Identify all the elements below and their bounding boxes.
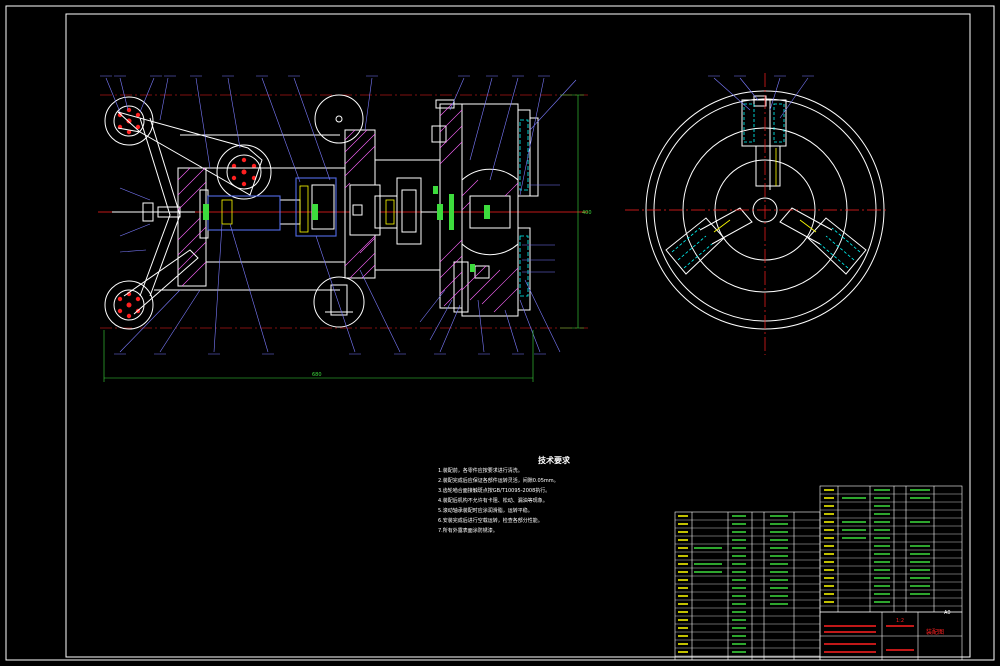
parts-list-rows xyxy=(675,493,962,657)
dimension-height-label: 400 xyxy=(582,210,592,216)
leader-lines xyxy=(105,77,577,353)
parts-list-table xyxy=(674,485,963,661)
front-view xyxy=(98,94,588,330)
chuck-center-lines xyxy=(625,73,888,355)
chuck-leaders xyxy=(708,75,814,119)
tech-note-item: 7.所有外露表面涂防锈漆。 xyxy=(438,528,498,534)
tech-note-item: 5.滚动轴承装配时应涂润滑脂，运转平稳。 xyxy=(438,508,533,514)
dimension-lines xyxy=(103,94,584,382)
tech-note-item: 3.齿轮啮合面接触斑点按GB/T10095-2008执行。 xyxy=(438,488,551,494)
title-block-sheet: A0 xyxy=(944,610,951,616)
tech-note-item: 6.安装完成后进行空载运转，检查各部分性能。 xyxy=(438,518,543,524)
title-block-ratio: 1:2 xyxy=(896,618,904,624)
tech-note-item: 1.装配前，各零件应按要求进行清洗。 xyxy=(438,468,523,474)
cad-drawing-canvas: 680 400 1:2 A0 装配图 xyxy=(5,5,995,661)
tech-note-item: 2.装配完成后应保证各部件运转灵活，间隙0.05mm。 xyxy=(438,478,559,484)
title-block-red-marks xyxy=(824,625,914,653)
technical-requirements-title: 技术要求 xyxy=(538,456,570,465)
tech-note-item: 4.装配后机构不允许有卡阻、松动、漏油等现象。 xyxy=(438,498,548,504)
parts-list-cell-marks xyxy=(678,489,930,653)
title-block-stamp: 装配图 xyxy=(926,628,944,636)
dimension-width-label: 680 xyxy=(312,372,322,378)
